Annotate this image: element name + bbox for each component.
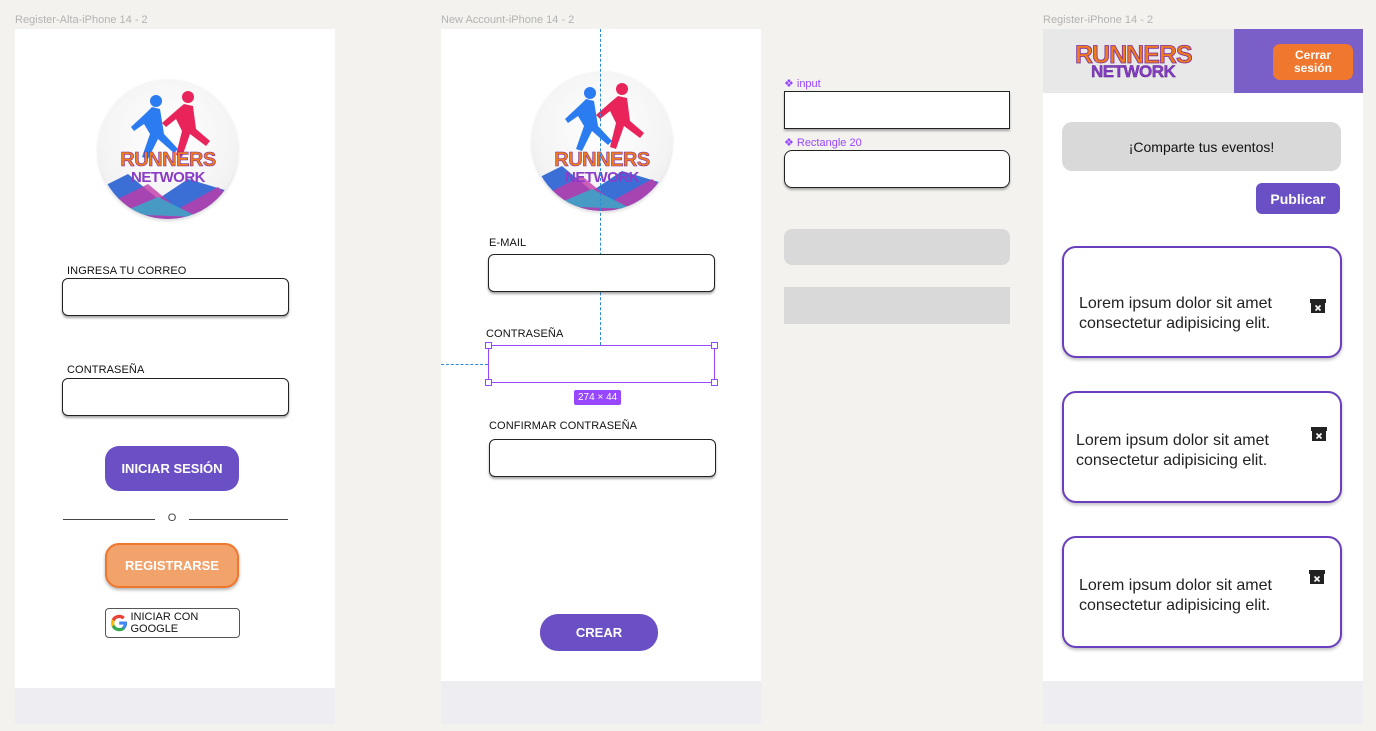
register-button[interactable]: REGISTRARSE — [105, 543, 239, 588]
selection-handle[interactable] — [711, 342, 718, 349]
email-label: E-MAIL — [489, 237, 527, 249]
selection-handle[interactable] — [485, 342, 492, 349]
post-card: Lorem ipsum dolor sit amet consectetur a… — [1062, 391, 1342, 503]
component-icon: ❖ — [784, 137, 794, 149]
email-field[interactable] — [488, 254, 715, 292]
password-label: CONTRASEÑA — [67, 364, 145, 376]
horizontal-guide-line — [441, 364, 488, 365]
header-right-area: Cerrar sesión — [1234, 29, 1363, 93]
gray-rounded-block — [784, 229, 1010, 265]
login-frame: RUNNERS NETWORK INGRESA TU CORREO CONTRA… — [15, 29, 335, 688]
password-label: CONTRASEÑA — [486, 328, 564, 340]
runners-logo-graphic — [532, 83, 672, 211]
feed-frame-bottom — [1043, 681, 1363, 724]
header-logo-network: NETWORK — [1091, 62, 1176, 81]
component-icon: ❖ — [784, 78, 794, 90]
post-text: Lorem ipsum dolor sit amet consectetur a… — [1076, 432, 1269, 469]
runners-logo: RUNNERS NETWORK — [98, 79, 238, 219]
publish-button[interactable]: Publicar — [1256, 183, 1340, 214]
selection-handle[interactable] — [711, 379, 718, 386]
runners-logo: RUNNERS NETWORK — [532, 71, 672, 211]
google-login-label: INICIAR CON GOOGLE — [130, 611, 199, 635]
component-label-rectangle: ❖ Rectangle 20 — [784, 136, 862, 150]
feed-frame: RUNNERS NETWORK Cerrar sesión ¡Comparte … — [1043, 29, 1363, 681]
confirm-password-label: CONFIRMAR CONTRASEÑA — [489, 420, 638, 432]
frame-label-new-account: New Account-iPhone 14 - 2 — [441, 14, 575, 26]
header-logo-area: RUNNERS NETWORK — [1043, 29, 1234, 93]
post-card: Lorem ipsum dolor sit amet consectetur a… — [1062, 246, 1342, 358]
logo-text-network: NETWORK — [131, 169, 206, 186]
delete-icon[interactable] — [1310, 299, 1326, 313]
logo-text-network: NETWORK — [565, 169, 640, 186]
google-login-button[interactable]: INICIAR CON GOOGLE — [105, 608, 240, 638]
component-name: Rectangle 20 — [796, 136, 862, 149]
selection-handle[interactable] — [485, 379, 492, 386]
email-field[interactable] — [62, 278, 289, 316]
post-card: Lorem ipsum dolor sit amet consectetur a… — [1062, 536, 1342, 648]
post-text: Lorem ipsum dolor sit amet consectetur a… — [1079, 577, 1272, 614]
logout-button[interactable]: Cerrar sesión — [1273, 44, 1353, 80]
component-label-input: ❖ input — [784, 77, 821, 91]
logout-label-line2: sesión — [1293, 61, 1332, 75]
post-text: Lorem ipsum dolor sit amet consectetur a… — [1079, 295, 1272, 332]
new-account-frame: RUNNERS NETWORK E-MAIL CONTRASEÑA 274 × … — [441, 29, 761, 681]
frame-label-login: Register-Alta-iPhone 14 - 2 — [15, 14, 148, 26]
input-component[interactable] — [784, 91, 1010, 129]
divider-right — [189, 519, 288, 520]
google-icon — [111, 614, 128, 632]
selection-size-badge: 274 × 44 — [574, 390, 622, 405]
delete-icon[interactable] — [1309, 570, 1325, 584]
component-name: input — [796, 77, 821, 90]
login-frame-bottom — [15, 688, 335, 724]
divider-text: O — [167, 512, 177, 524]
delete-icon[interactable] — [1311, 427, 1327, 441]
login-button[interactable]: INICIAR SESIÓN — [105, 446, 239, 491]
frame-label-feed: Register-iPhone 14 - 2 — [1043, 14, 1154, 26]
vertical-guide-line — [600, 29, 601, 345]
divider-left — [63, 519, 155, 520]
password-field-selected[interactable] — [485, 342, 718, 386]
new-account-frame-bottom — [441, 681, 761, 724]
share-events-prompt[interactable]: ¡Comparte tus eventos! — [1062, 122, 1341, 171]
email-label: INGRESA TU CORREO — [67, 265, 187, 277]
confirm-password-field[interactable] — [489, 439, 716, 477]
gray-block — [784, 287, 1010, 324]
rectangle-component[interactable] — [784, 150, 1010, 188]
password-field[interactable] — [62, 378, 289, 416]
create-button[interactable]: CREAR — [540, 614, 658, 651]
